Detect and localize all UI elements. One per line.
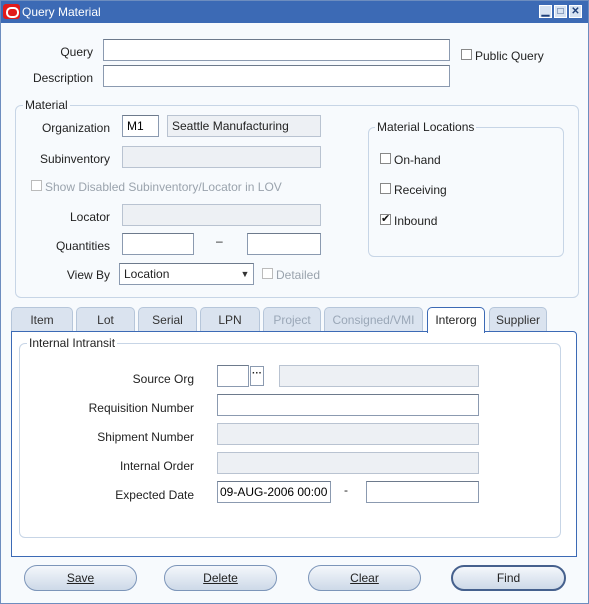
organization-label: Organization <box>41 121 110 135</box>
tab-serial[interactable]: Serial <box>138 307 197 331</box>
delete-button[interactable]: Delete <box>164 565 277 591</box>
description-label: Description <box>32 71 93 85</box>
subinventory-label: Subinventory <box>39 152 110 166</box>
clear-button[interactable]: Clear <box>308 565 421 591</box>
organization-name-field: Seattle Manufacturing <box>167 115 321 137</box>
source-org-input[interactable] <box>217 365 249 387</box>
shipment-number-label: Shipment Number <box>97 430 194 444</box>
internal-intransit-title: Internal Intransit <box>27 336 118 350</box>
source-org-label: Source Org <box>132 372 194 386</box>
quantities-label: Quantities <box>55 239 110 253</box>
material-locations-title: Material Locations <box>375 120 477 134</box>
clear-button-label: Clear <box>350 571 379 585</box>
subinventory-input[interactable] <box>122 146 321 168</box>
detailed-label: Detailed <box>276 268 321 282</box>
on-hand-checkbox[interactable] <box>380 153 391 164</box>
quantity-from-input[interactable] <box>122 233 194 255</box>
requisition-number-label: Requisition Number <box>88 401 194 415</box>
detailed-checkbox[interactable] <box>262 268 273 279</box>
maximize-button[interactable]: □ <box>554 5 567 18</box>
view-by-select[interactable]: Location ▼ <box>119 263 254 285</box>
view-by-value: Location <box>124 267 170 281</box>
tab-project[interactable]: Project <box>263 307 321 331</box>
tab-consigned-vmi[interactable]: Consigned/VMI <box>324 307 423 331</box>
organization-code-input[interactable] <box>122 115 159 137</box>
find-button-label: Find <box>496 571 521 585</box>
tab-lot[interactable]: Lot <box>76 307 135 331</box>
public-query-checkbox[interactable] <box>461 49 472 60</box>
save-button[interactable]: Save <box>24 565 137 591</box>
query-label: Query <box>60 45 93 59</box>
query-material-window: Query Material ▁ □ ✕ Query Public Query … <box>0 0 589 604</box>
tab-item[interactable]: Item <box>11 307 73 331</box>
receiving-checkbox[interactable] <box>380 183 391 194</box>
material-group-title: Material <box>23 98 70 112</box>
receiving-label: Receiving <box>394 183 447 197</box>
tab-lpn[interactable]: LPN <box>200 307 260 331</box>
expected-date-to-input[interactable] <box>366 481 479 503</box>
show-disabled-label: Show Disabled Subinventory/Locator in LO… <box>45 180 282 194</box>
inbound-label: Inbound <box>394 214 438 228</box>
locator-label: Locator <box>69 210 110 224</box>
shipment-number-input[interactable] <box>217 423 479 445</box>
show-disabled-checkbox[interactable] <box>31 180 42 191</box>
delete-button-label: Delete <box>203 571 238 585</box>
quantity-to-input[interactable] <box>247 233 321 255</box>
expected-date-label: Expected Date <box>115 488 194 502</box>
save-button-label: Save <box>66 571 95 585</box>
on-hand-label: On-hand <box>394 153 441 167</box>
public-query-label: Public Query <box>475 49 544 63</box>
internal-order-label: Internal Order <box>119 459 194 473</box>
tab-supplier[interactable]: Supplier <box>489 307 547 331</box>
quantity-dash: – <box>216 234 223 248</box>
view-by-label: View By <box>66 268 110 282</box>
tab-interorg[interactable]: Interorg <box>427 307 485 333</box>
window-title: Query Material <box>22 5 101 19</box>
title-bar[interactable]: Query Material ▁ □ ✕ <box>1 1 588 23</box>
expected-date-dash: - <box>344 483 348 497</box>
source-org-name-field <box>279 365 479 387</box>
minimize-button[interactable]: ▁ <box>539 5 552 18</box>
internal-order-input[interactable] <box>217 452 479 474</box>
chevron-down-icon[interactable]: ▼ <box>238 265 252 283</box>
oracle-icon <box>3 4 20 19</box>
ellipsis-icon[interactable]: ··· <box>250 366 264 386</box>
locator-input[interactable] <box>122 204 321 226</box>
requisition-number-input[interactable] <box>217 394 479 416</box>
inbound-checkbox[interactable] <box>380 212 391 225</box>
find-button[interactable]: Find <box>451 565 566 591</box>
query-input[interactable] <box>103 39 450 61</box>
description-input[interactable] <box>103 65 450 87</box>
expected-date-from-input[interactable] <box>217 481 331 503</box>
close-button[interactable]: ✕ <box>569 5 582 18</box>
